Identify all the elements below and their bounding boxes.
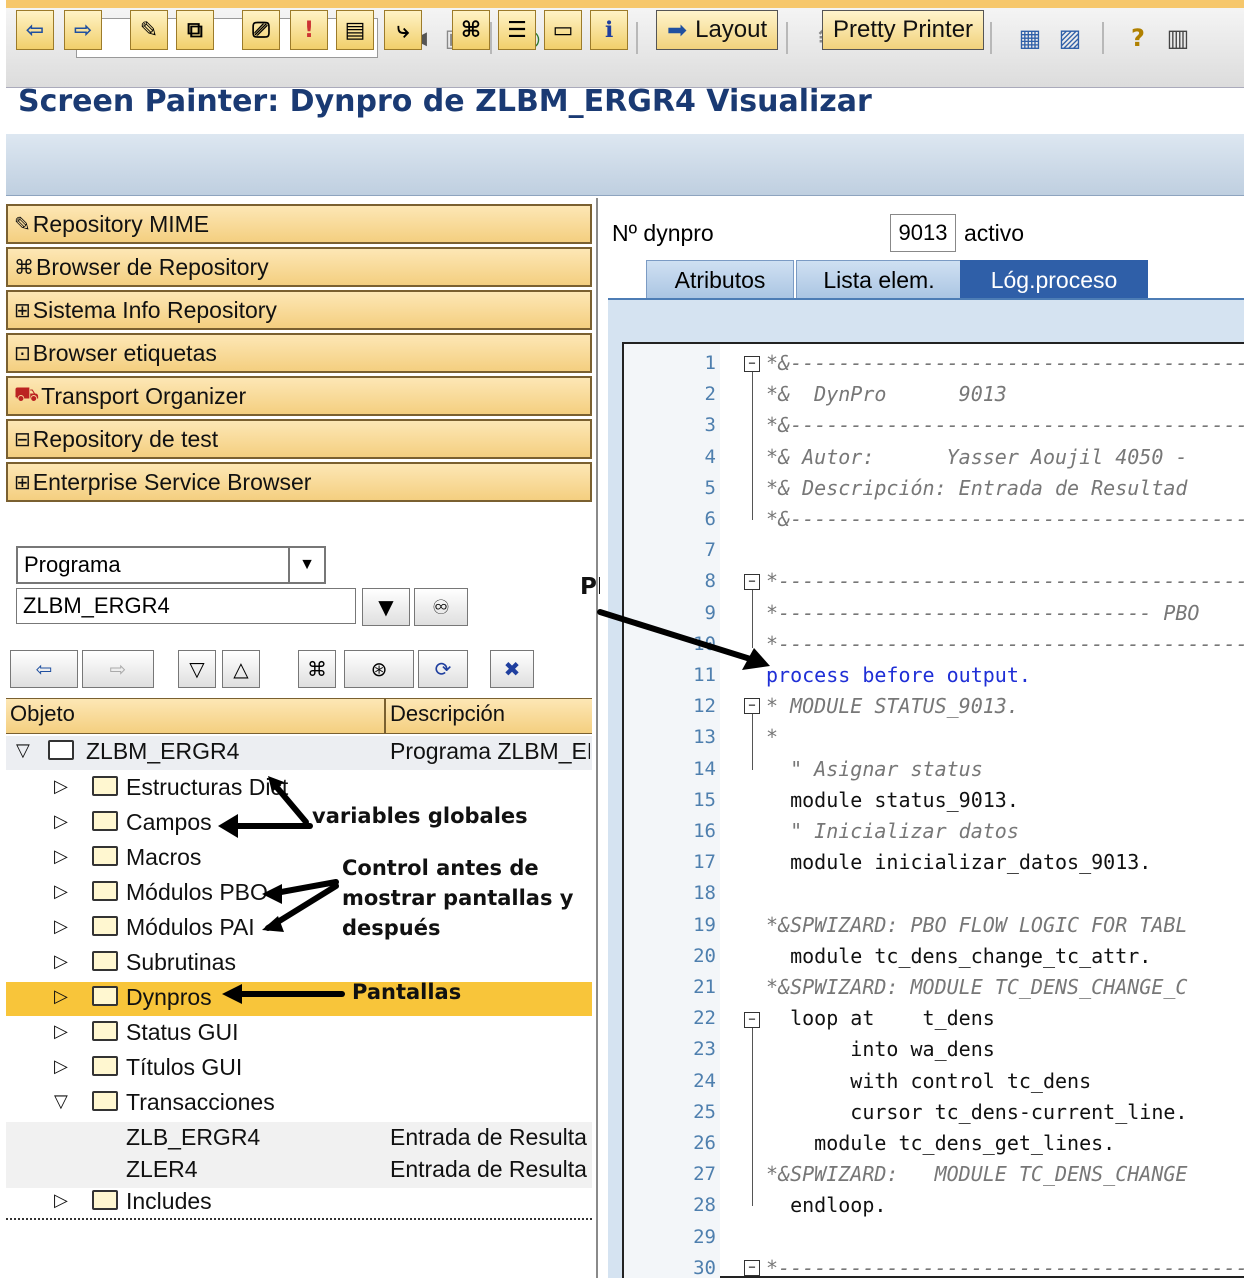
campos-arrowhead	[218, 814, 238, 838]
dynpros-arrowhead	[222, 984, 242, 1004]
estructuras-arrow	[271, 781, 309, 825]
pbo-arrow	[597, 609, 763, 665]
annotation-arrows	[218, 609, 770, 1004]
pbo-modules-arrowhead	[262, 884, 282, 904]
